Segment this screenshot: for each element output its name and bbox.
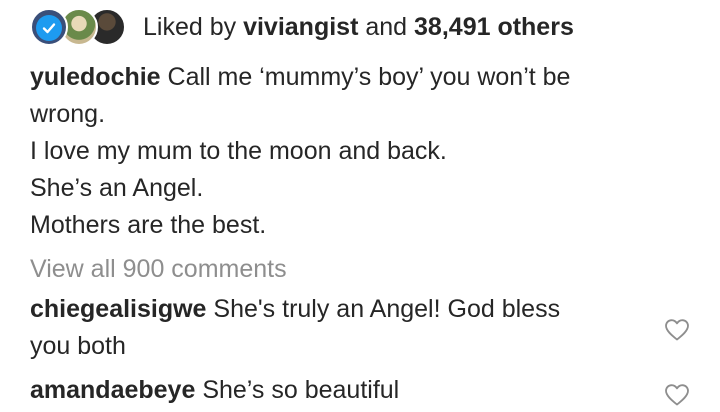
post-caption: yuledochie Call me ‘mummy’s boy’ you won… — [30, 59, 670, 244]
comment-text: She’s so beautiful — [202, 376, 400, 404]
caption-username-link[interactable]: yuledochie — [30, 63, 161, 91]
likes-summary: Liked by viviangist and 38,491 others — [143, 12, 574, 42]
comment-line: amandaebeye She’s so beautiful — [30, 372, 640, 409]
comment-username-link[interactable]: chiegealisigwe — [30, 295, 206, 323]
caption-line: I love my mum to the moon and back. — [30, 137, 447, 165]
heart-outline-icon[interactable] — [664, 318, 690, 342]
caption-line: wrong. — [30, 100, 106, 128]
caption-line: yuledochie Call me ‘mummy’s boy’ you won… — [30, 59, 670, 96]
heart-outline-icon[interactable] — [664, 383, 690, 407]
liker-avatars[interactable] — [30, 7, 130, 47]
caption-line: She’s an Angel. — [30, 174, 204, 202]
avatar[interactable] — [30, 8, 68, 46]
liker-username-link[interactable]: viviangist — [243, 13, 358, 41]
comment-item: amandaebeye She’s so beautiful — [30, 372, 640, 409]
comment-username-link[interactable]: amandaebeye — [30, 376, 195, 404]
comment-item: chiegealisigwe She's truly an Angel! God… — [30, 291, 640, 365]
likes-connector: and — [365, 13, 408, 41]
verified-badge-icon — [36, 15, 62, 41]
comment-text: She's truly an Angel! God bless — [213, 295, 561, 323]
caption-text: Call me ‘mummy’s boy’ you won’t be — [167, 63, 571, 91]
view-all-comments-link[interactable]: View all 900 comments — [30, 253, 287, 285]
comment-line: chiegealisigwe She's truly an Angel! God… — [30, 291, 640, 328]
likes-count-link[interactable]: 38,491 others — [414, 13, 574, 41]
caption-line: Mothers are the best. — [30, 211, 267, 239]
comment-line: you both — [30, 332, 126, 360]
likes-row: Liked by viviangist and 38,491 others — [30, 7, 574, 47]
likes-prefix: Liked by — [143, 13, 237, 41]
